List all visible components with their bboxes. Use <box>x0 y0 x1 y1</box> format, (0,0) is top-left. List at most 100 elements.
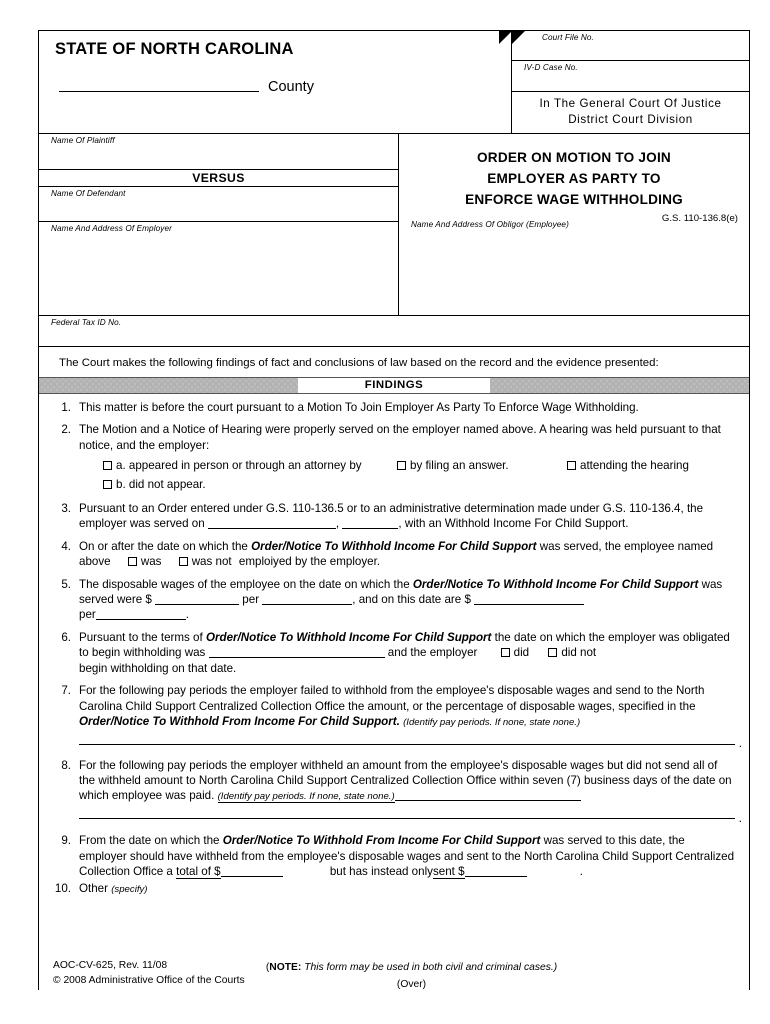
federal-tax-id-field[interactable]: Federal Tax ID No. <box>39 316 749 347</box>
item-text: The Motion and a Notice of Hearing were … <box>79 423 721 452</box>
item-text-part-4: begin withholding on that date. <box>79 661 237 675</box>
item-text: This matter is before the court pursuant… <box>79 401 639 414</box>
wage-amount-blank-1[interactable] <box>155 592 240 606</box>
date-blank-1[interactable] <box>207 516 336 530</box>
wage-amount-blank-2[interactable] <box>474 592 585 606</box>
page-title: STATE OF NORTH CAROLINA <box>55 40 294 58</box>
parties-right: ORDER ON MOTION TO JOIN EMPLOYER AS PART… <box>398 134 749 316</box>
item-number: 2. <box>61 423 71 437</box>
obligor-label: Name And Address Of Obligor (Employee) <box>411 220 569 229</box>
finding-item-5: 5. The disposable wages of the employee … <box>53 577 735 623</box>
checkbox-icon[interactable] <box>500 648 510 658</box>
ivd-case-no-label: IV-D Case No. <box>524 63 578 72</box>
form-title-line-3: ENFORCE WAGE WITHHOLDING <box>465 191 683 207</box>
item-number: 3. <box>61 502 71 516</box>
header-right: Court File No. IV-D Case No. In The Gene… <box>499 31 749 133</box>
defendant-label: Name Of Defendant <box>51 189 126 198</box>
findings-list: 1. This matter is before the court pursu… <box>39 394 749 897</box>
finding-item-3: 3. Pursuant to an Order entered under G.… <box>53 501 735 532</box>
pay-periods-blank-8[interactable] <box>79 811 742 826</box>
item-emphasis: Order/Notice To Withhold Income For Chil… <box>205 630 492 644</box>
item-body: Pursuant to the terms of Order/Notice To… <box>79 630 735 676</box>
item-emphasis: Order/Notice To Withhold From Income For… <box>222 834 541 848</box>
item-number: 8. <box>61 758 71 772</box>
form-number: AOC-CV-625, Rev. 11/08 <box>53 960 168 972</box>
begin-withholding-date-blank[interactable] <box>208 645 385 659</box>
option-b-label: b. did not appear. <box>116 477 206 491</box>
checkbox-icon[interactable] <box>397 461 406 471</box>
item-text-part-6: . <box>579 865 584 879</box>
checkbox-icon[interactable] <box>103 461 112 471</box>
form-page: STATE OF NORTH CAROLINA County Court Fil… <box>38 30 750 990</box>
checkbox-icon[interactable] <box>103 479 112 489</box>
option-a2-label: by filing an answer. <box>410 459 509 473</box>
option-did-not-label: did not <box>561 646 597 660</box>
checkbox-icon[interactable] <box>178 557 188 567</box>
court-division-line-2: District Court Division <box>568 112 693 126</box>
item-text-part-3: and the employer <box>387 646 478 660</box>
obligor-field[interactable]: Name And Address Of Obligor (Employee) <box>399 218 749 316</box>
item-text-part-6: . <box>185 608 189 622</box>
item-body: The disposable wages of the employee on … <box>79 577 735 623</box>
item-body: Other (specify) <box>79 881 735 897</box>
date-blank-2[interactable] <box>342 516 399 530</box>
item-number: 7. <box>61 684 71 698</box>
employer-label: Name And Address Of Employer <box>51 224 172 233</box>
federal-tax-id-label: Federal Tax ID No. <box>51 318 122 327</box>
finding-item-4: 4. On or after the date on which the Ord… <box>53 539 735 570</box>
item-parenthetical: (specify) <box>111 884 148 896</box>
option-was-not-label: was not <box>191 555 232 569</box>
item-number: 9. <box>61 834 71 848</box>
pay-periods-blank-7[interactable] <box>79 736 742 752</box>
county-label: County <box>268 78 314 95</box>
checkbox-icon[interactable] <box>548 648 558 658</box>
item-text-part-2: , <box>335 517 340 531</box>
employer-field[interactable]: Name And Address Of Employer <box>39 222 398 316</box>
item-text-part-1: From the date on which the <box>79 834 220 848</box>
county-input[interactable] <box>59 77 259 93</box>
item-body: For the following pay periods the employ… <box>79 683 742 752</box>
item-parenthetical: (Identify pay periods. If none, state no… <box>403 716 581 728</box>
finding-item-2: 2. The Motion and a Notice of Hearing we… <box>53 422 735 492</box>
option-a[interactable]: a. appeared in person or through an atto… <box>103 458 397 473</box>
versus-label: VERSUS <box>39 170 398 187</box>
item-text-part-1: Other <box>79 882 108 896</box>
total-amount-blank[interactable] <box>220 864 283 878</box>
option-a3[interactable]: attending the hearing <box>567 458 689 473</box>
ivd-case-no-field[interactable]: IV-D Case No. <box>512 61 749 92</box>
checkbox-icon[interactable] <box>567 461 576 471</box>
wage-period-blank-1[interactable] <box>262 592 353 606</box>
item-body: For the following pay periods the employ… <box>79 758 742 826</box>
defendant-field[interactable]: Name Of Defendant <box>39 187 398 222</box>
item-parenthetical: (Identify pay periods. If none, state no… <box>217 791 395 804</box>
option-a-label: a. appeared in person or through an atto… <box>116 459 362 473</box>
option-a2[interactable]: by filing an answer. <box>397 458 567 473</box>
court-file-no-label: Court File No. <box>542 33 594 42</box>
item-number: 5. <box>61 577 71 591</box>
item-text-part-4: , and on this date are $ <box>352 593 471 607</box>
copyright-notice: © 2008 Administrative Office of the Cour… <box>53 975 245 987</box>
form-header: STATE OF NORTH CAROLINA County Court Fil… <box>39 31 749 134</box>
note-bold-label: NOTE: <box>269 962 302 973</box>
finding-item-6: 6. Pursuant to the terms of Order/Notice… <box>53 630 735 676</box>
checkbox-icon[interactable] <box>127 557 137 567</box>
plaintiff-field[interactable]: Name Of Plaintiff <box>39 134 398 170</box>
pay-periods-inline-blank-8[interactable] <box>394 788 581 802</box>
finding-item-8: 8. For the following pay periods the emp… <box>53 758 742 827</box>
item-text-part-3: per <box>242 593 260 607</box>
note-text: This form may be used in both civil and … <box>304 962 558 973</box>
court-division-line-1: In The General Court Of Justice <box>539 97 722 110</box>
wage-period-blank-2[interactable] <box>95 607 186 621</box>
sent-amount-blank[interactable] <box>464 864 527 878</box>
hatch-right <box>490 378 749 393</box>
item-text-part-3: total of $ <box>176 865 221 880</box>
option-b[interactable]: b. did not appear. <box>79 477 735 492</box>
option-did-label: did <box>513 646 530 660</box>
court-file-no-field[interactable]: Court File No. <box>499 31 749 61</box>
item-text-part-1: On or after the date on which the <box>79 539 248 553</box>
finding-item-7: 7. For the following pay periods the emp… <box>53 683 742 752</box>
item-emphasis: Order/Notice To Withhold Income For Chil… <box>251 539 537 553</box>
item-number: 10. <box>54 882 71 896</box>
item-text-part-3: emploiyed by the employer. <box>238 555 381 569</box>
header-left: STATE OF NORTH CAROLINA County <box>39 31 511 133</box>
